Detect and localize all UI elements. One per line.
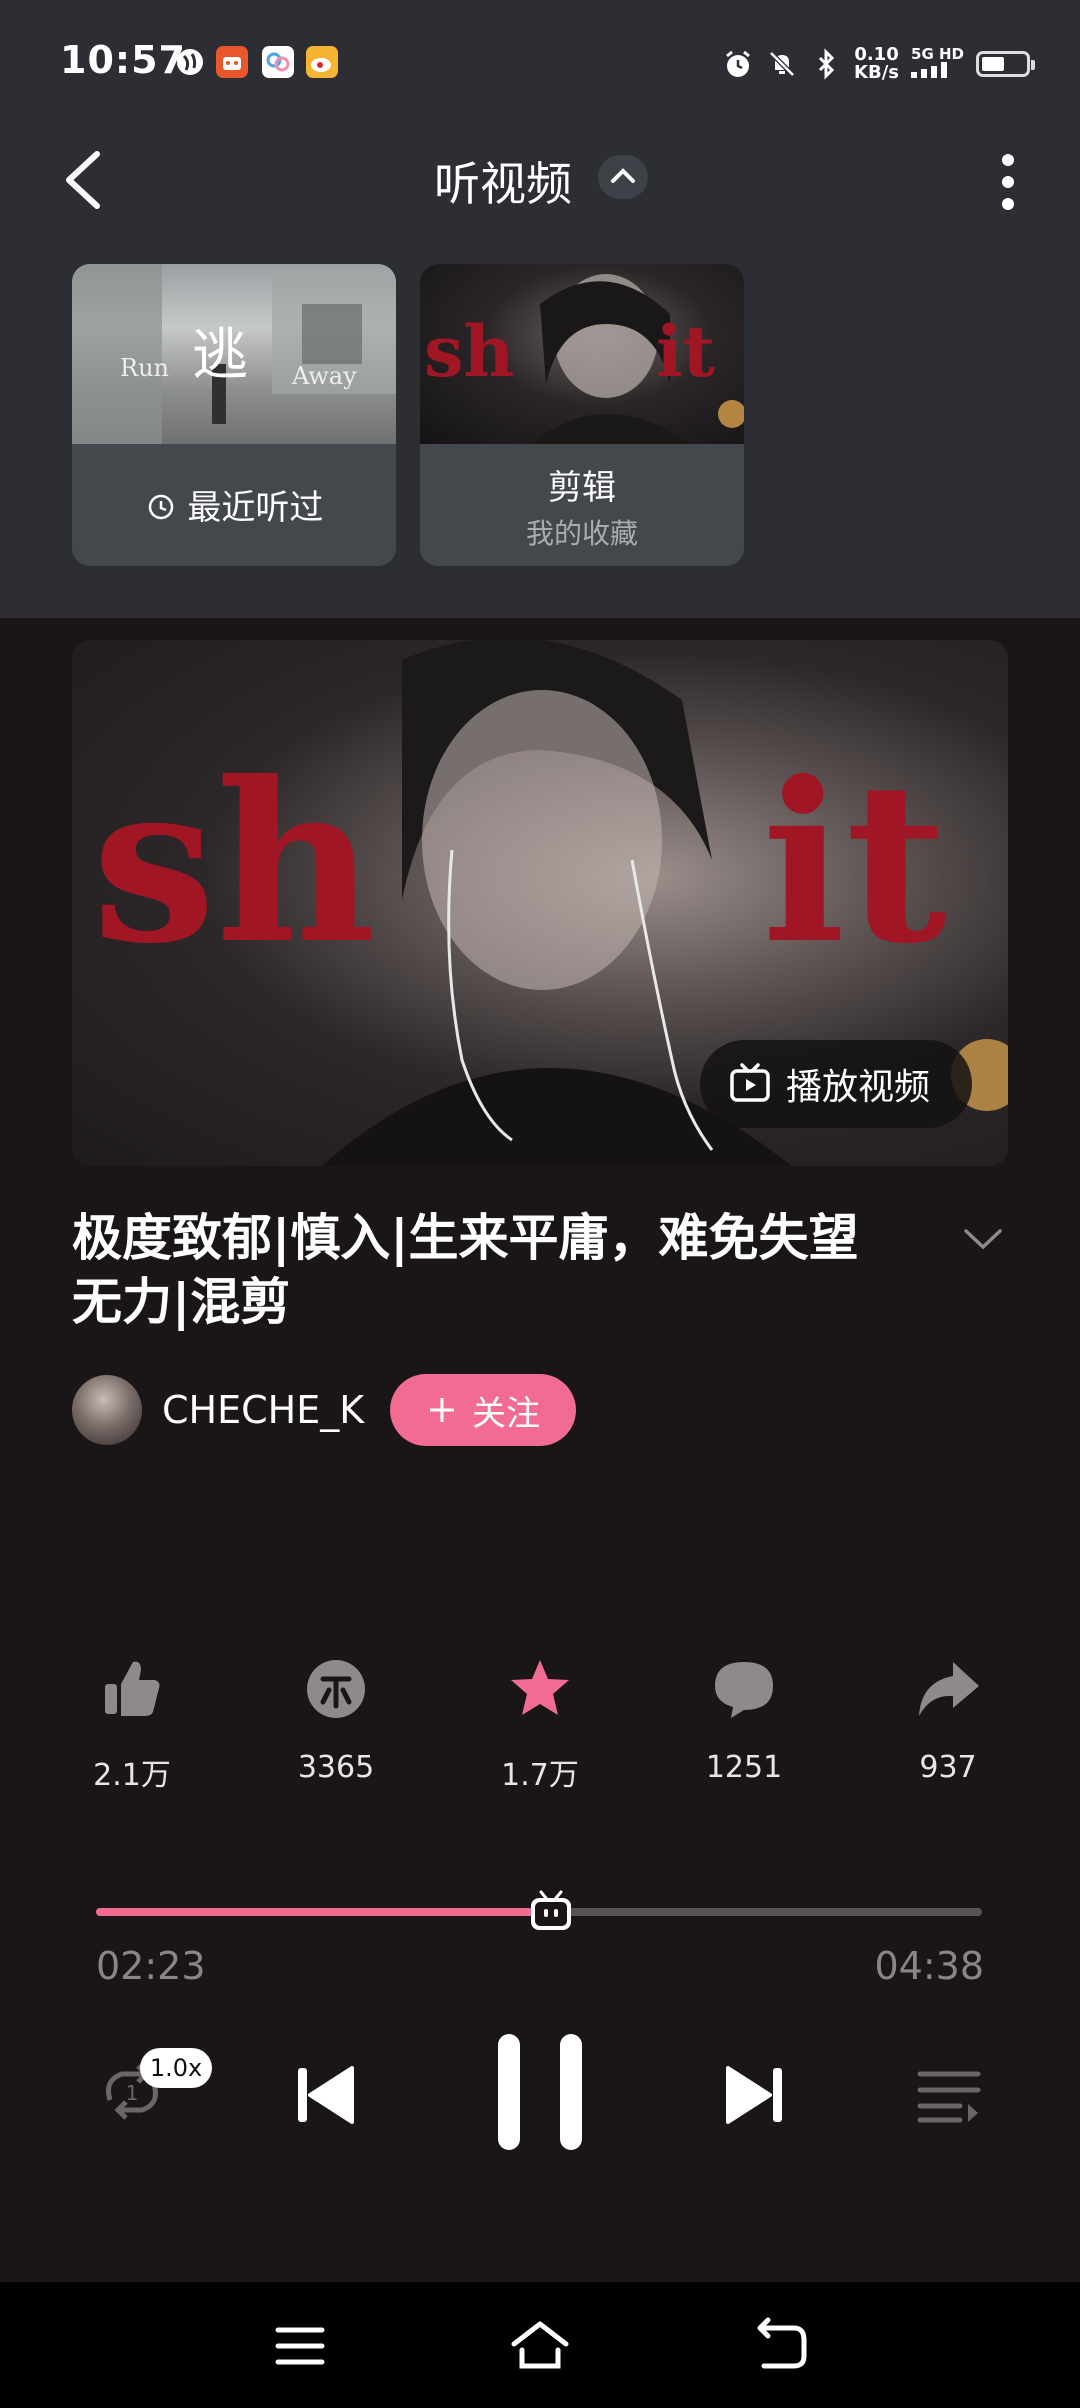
svg-text:Away: Away [291,362,357,390]
playback-speed-button[interactable]: 1.0x [140,2048,212,2088]
skip-next-icon [726,2066,782,2124]
bluetooth-icon [810,48,842,80]
progress-handle[interactable] [525,1888,577,1936]
return-icon [757,2317,807,2369]
svg-text:逃: 逃 [192,323,248,388]
coin-action[interactable]: 3365 [266,1654,406,1785]
plus-icon [430,1398,455,1422]
expand-description-button[interactable] [960,1222,1006,1256]
play-video-label: 播放视频 [786,1067,931,1108]
taobao-app-icon [216,46,248,78]
svg-text:sh: sh [92,733,376,992]
progress-bar[interactable] [96,1890,982,1930]
network-speed: 0.10 KB/s [854,44,900,83]
bilibili-app-icon [262,46,294,78]
system-navigation-bar [0,2282,1080,2408]
more-options-button[interactable] [990,144,1026,218]
next-button[interactable] [720,2060,790,2130]
follow-label: 关注 [472,1393,541,1434]
pause-button[interactable] [494,2030,586,2154]
share-icon [919,1662,979,1716]
tv-play-icon [730,1063,770,1102]
author-avatar[interactable] [72,1375,142,1445]
chevron-down-icon [964,1229,1002,1250]
coin-icon [307,1660,365,1718]
back-button[interactable] [55,142,125,218]
author-name[interactable]: CHECHE_K [162,1388,364,1432]
folder-thumbnail: sh it [420,264,744,444]
share-action[interactable]: 937 [878,1654,1018,1785]
chevron-up-icon [611,168,635,183]
recent-thumbnail: Run 逃 Away [72,264,396,444]
follow-button[interactable]: 关注 [390,1374,577,1446]
bilibili-tv-icon [530,1890,571,1930]
weibo-app-icon [306,46,338,78]
mute-icon [766,48,798,80]
header: 听视频 [0,130,1080,230]
play-video-button[interactable]: 播放视频 [700,1040,972,1128]
signal-icon: 5G HD [911,46,964,82]
menu-icon [275,2327,325,2365]
previous-button[interactable] [290,2060,360,2130]
recent-listened-card[interactable]: Run 逃 Away 最近听过 [72,264,396,566]
svg-text:1: 1 [126,2081,139,2105]
battery-icon [976,51,1035,77]
folder-title: 剪辑 [548,468,616,508]
playlist-icon [917,2071,981,2123]
share-count: 937 [919,1750,977,1785]
home-nav-button[interactable] [510,2316,570,2376]
like-count: 2.1万 [93,1758,171,1793]
svg-text:it: it [762,733,947,992]
back-nav-button[interactable] [750,2316,810,2376]
more-vertical-icon [1002,154,1014,210]
history-icon [148,494,173,520]
page-title[interactable]: 听视频 [434,148,572,214]
current-time: 02:23 [96,1944,206,1988]
playback-controls: 1 1.0x [0,2020,1080,2160]
favorite-action[interactable]: 1.7万 [470,1654,610,1794]
top-panel: 10:57 0.10 KB/s 5G HD 听视频 Run 逃 Away 最近听… [0,0,1080,618]
total-time: 04:38 [874,1944,984,1988]
coin-count: 3365 [297,1750,375,1785]
comment-icon [715,1662,773,1718]
skip-previous-icon [298,2066,354,2124]
recent-label-row: 最近听过 [72,480,396,529]
globe-icon [174,46,206,78]
svg-text:sh: sh [424,310,514,393]
status-time: 10:57 [60,38,186,82]
action-stats: 2.1万 3365 1.7万 1251 937 [0,1654,1080,1794]
menu-nav-button[interactable] [270,2316,330,2376]
thumbs-up-icon [105,1661,160,1716]
author-row: CHECHE_K 关注 [72,1372,577,1448]
playlist-button[interactable] [914,2060,984,2130]
folder-subtitle: 我的收藏 [525,517,638,550]
favorite-folder-card[interactable]: sh it 剪辑 我的收藏 [420,264,744,566]
svg-text:Run: Run [120,354,169,382]
status-icons: 0.10 KB/s 5G HD [722,40,1035,88]
svg-text:it: it [656,310,715,393]
progress-fill [96,1908,551,1916]
comment-count: 1251 [705,1750,783,1785]
recent-label: 最近听过 [187,488,324,528]
video-cover[interactable]: sh it 播放视频 [72,640,1008,1166]
comment-action[interactable]: 1251 [674,1654,814,1785]
favorite-count: 1.7万 [501,1758,579,1793]
alarm-icon [722,48,754,80]
home-icon [511,2321,569,2369]
like-action[interactable]: 2.1万 [62,1654,202,1794]
video-title: 极度致郁|慎入|生来平庸，难免失望无力|混剪 [72,1209,859,1331]
star-icon [511,1660,569,1715]
status-bar: 10:57 0.10 KB/s 5G HD [0,0,1080,130]
pause-icon [498,2034,582,2150]
collapse-toggle-button[interactable] [598,155,648,199]
